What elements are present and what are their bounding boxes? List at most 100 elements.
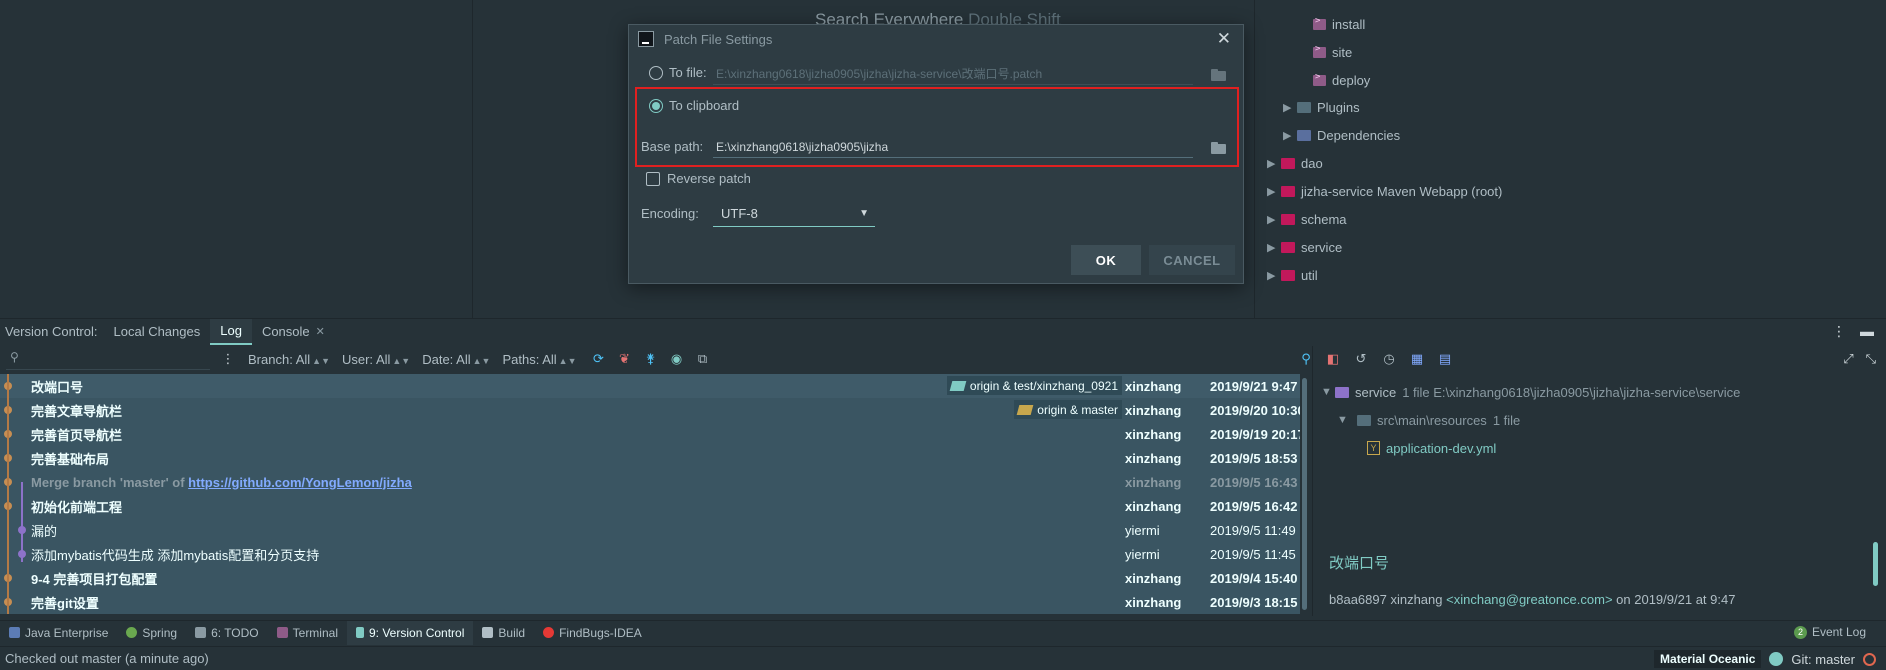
java-enterprise-icon [9, 627, 20, 638]
table-row[interactable]: 完善首页导航栏 xinzhang 2019/9/19 20:17 [0, 422, 1300, 446]
base-path-browse-folder-icon[interactable] [1211, 142, 1227, 154]
chevron-right-icon[interactable]: ▶ [1267, 185, 1281, 198]
table-row[interactable]: 完善文章导航栏 origin & master xinzhang 2019/9/… [0, 398, 1300, 422]
log-filter-input[interactable]: ⚲ [6, 348, 210, 370]
tool-version-control[interactable]: 9: Version Control [347, 620, 474, 645]
tree-item-site[interactable]: site [1313, 42, 1352, 62]
close-icon[interactable]: ✕ [1217, 29, 1231, 49]
group-by-icon[interactable]: ▦ [1409, 351, 1425, 367]
eye-icon[interactable]: ◉ [669, 351, 685, 367]
history-icon[interactable]: ◷ [1381, 351, 1397, 367]
editor-divider [472, 0, 473, 318]
log-toolbar: ⚲ ⋮ Branch: All ▲▼ User: All ▲▼ Date: All ▲… [0, 346, 1311, 372]
tab-local-changes[interactable]: Local Changes [104, 319, 211, 345]
table-row[interactable]: 添加mybatis代码生成 添加mybatis配置和分页支持 yiermi 20… [0, 542, 1300, 566]
chevron-down-icon[interactable]: ▼ [1321, 386, 1335, 398]
chevron-right-icon[interactable]: ▶ [1283, 101, 1297, 114]
chevron-right-icon[interactable]: ▶ [1283, 129, 1297, 142]
dialog-title-bar[interactable]: Patch File Settings [629, 25, 1243, 53]
table-row[interactable]: 漏的 yiermi 2019/9/5 11:49 [0, 518, 1300, 542]
tab-console[interactable]: Console ✕ [252, 319, 335, 345]
expand-icon[interactable]: ⤢ [1843, 351, 1853, 367]
tree-item-deploy[interactable]: deploy [1313, 70, 1370, 90]
more-options-icon[interactable]: ⋮ [1832, 323, 1846, 340]
status-message[interactable]: Checked out master (a minute ago) [5, 651, 209, 666]
details-scrollbar[interactable] [1873, 542, 1878, 586]
tree-item-service[interactable]: ▶ service [1267, 237, 1342, 257]
tree-item-dao[interactable]: ▶ dao [1267, 153, 1323, 173]
reverse-patch-option[interactable]: Reverse patch [646, 171, 751, 186]
tree-item-jizha-service[interactable]: ▶ jizha-service Maven Webapp (root) [1267, 181, 1502, 201]
log-scrollbar[interactable] [1302, 378, 1307, 610]
yaml-file-icon: Y [1367, 441, 1380, 455]
changed-folder-resources[interactable]: ▼ src\main\resources 1 file [1321, 406, 1740, 434]
commit-graph-branch-line [21, 482, 23, 562]
tree-item-plugins[interactable]: ▶ Plugins [1283, 97, 1360, 117]
version-control-title: Version Control: [5, 324, 98, 339]
event-log-button[interactable]: 2 Event Log [1793, 625, 1866, 639]
theme-name[interactable]: Material Oceanic [1654, 650, 1762, 668]
tool-spring[interactable]: Spring [117, 621, 186, 645]
tool-terminal[interactable]: Terminal [268, 621, 347, 645]
to-file-label: To file: [669, 65, 707, 80]
google-icon[interactable] [1863, 652, 1876, 666]
tag-icon [949, 380, 967, 391]
chevron-right-icon[interactable]: ▶ [1267, 241, 1281, 254]
reverse-patch-checkbox[interactable] [646, 171, 660, 186]
tool-todo[interactable]: 6: TODO [186, 621, 268, 645]
build-icon [482, 627, 494, 638]
minimize-icon[interactable]: ▬ [1860, 323, 1874, 340]
table-row[interactable]: 9-4 完善项目打包配置 xinzhang 2019/9/4 15:40 [0, 566, 1300, 590]
github-link[interactable]: https://github.com/YongLemon/jizha [188, 475, 412, 490]
chevron-right-icon[interactable]: ▶ [1267, 157, 1281, 170]
chevron-right-icon[interactable]: ▶ [1267, 213, 1281, 226]
to-file-radio[interactable] [649, 65, 663, 80]
branch-filter[interactable]: Branch: All ▲▼ [248, 352, 330, 367]
date-filter[interactable]: Date: All ▲▼ [422, 352, 490, 367]
branch-tag: origin & master [1014, 400, 1122, 419]
layout-icon[interactable]: ▤ [1437, 351, 1453, 367]
table-row[interactable]: 完善git设置 xinzhang 2019/9/3 18:15 [0, 590, 1300, 614]
revert-icon[interactable]: ↺ [1353, 351, 1369, 367]
encoding-select[interactable]: UTF-8 ▼ [713, 201, 875, 227]
to-file-path-field[interactable]: E:\xinzhang0618\jizha0905\jizha\jizha-se… [713, 63, 1193, 85]
changed-file-application-dev[interactable]: Y application-dev.yml [1321, 434, 1740, 462]
tool-findbugs[interactable]: FindBugs-IDEA [534, 621, 651, 645]
text-options-icon[interactable]: ⋮ [220, 351, 236, 367]
to-file-option[interactable]: To file: [649, 65, 707, 80]
cherry-pick-icon[interactable]: ❦ [617, 351, 633, 367]
status-bar: Checked out master (a minute ago) Materi… [0, 646, 1886, 670]
close-tab-icon[interactable]: ✕ [316, 325, 325, 338]
changed-module-service[interactable]: ▼ service 1 file E:\xinzhang0618\jizha09… [1321, 378, 1740, 406]
table-row[interactable]: 初始化前端工程 xinzhang 2019/9/5 16:42 [0, 494, 1300, 518]
refresh-icon[interactable]: ⟳ [591, 351, 607, 367]
to-file-browse-folder-icon[interactable] [1211, 69, 1227, 81]
tree-item-dependencies[interactable]: ▶ Dependencies [1283, 125, 1400, 145]
chevron-down-icon[interactable]: ▼ [1337, 414, 1351, 426]
user-filter[interactable]: User: All ▲▼ [342, 352, 410, 367]
paths-filter[interactable]: Paths: All ▲▼ [502, 352, 576, 367]
show-diff-icon[interactable]: ◧ [1325, 351, 1341, 367]
base-path-field[interactable]: E:\xinzhang0618\jizha0905\jizha [713, 136, 1193, 158]
tab-log[interactable]: Log [210, 318, 252, 345]
theme-color-icon[interactable] [1769, 652, 1784, 666]
open-new-tab-icon[interactable]: ⧉ [695, 351, 711, 367]
commit-email-link[interactable]: <xinchang@greatonce.com> [1446, 592, 1612, 607]
tool-build[interactable]: Build [473, 621, 534, 645]
commit-graph-icon[interactable]: ⚵ [643, 351, 659, 367]
tree-item-schema[interactable]: ▶ schema [1267, 209, 1347, 229]
git-branch-widget[interactable]: Git: master [1791, 652, 1855, 667]
table-row[interactable]: Merge branch 'master' of https://github.… [0, 470, 1300, 494]
to-clipboard-option[interactable]: To clipboard [649, 98, 739, 113]
tree-item-install[interactable]: install [1313, 14, 1365, 34]
table-row[interactable]: 改端口号 origin & test/xinzhang_0921 xinzhan… [0, 374, 1300, 398]
ok-button[interactable]: OK [1071, 245, 1141, 275]
tag-icon [1016, 404, 1034, 415]
chevron-right-icon[interactable]: ▶ [1267, 269, 1281, 282]
cancel-button[interactable]: CANCEL [1149, 245, 1235, 275]
tree-item-util[interactable]: ▶ util [1267, 265, 1318, 285]
table-row[interactable]: 完善基础布局 xinzhang 2019/9/5 18:53 [0, 446, 1300, 470]
to-clipboard-radio[interactable] [649, 98, 663, 113]
collapse-icon[interactable]: ⤡ [1866, 351, 1876, 367]
tool-java-enterprise[interactable]: Java Enterprise [0, 621, 117, 645]
